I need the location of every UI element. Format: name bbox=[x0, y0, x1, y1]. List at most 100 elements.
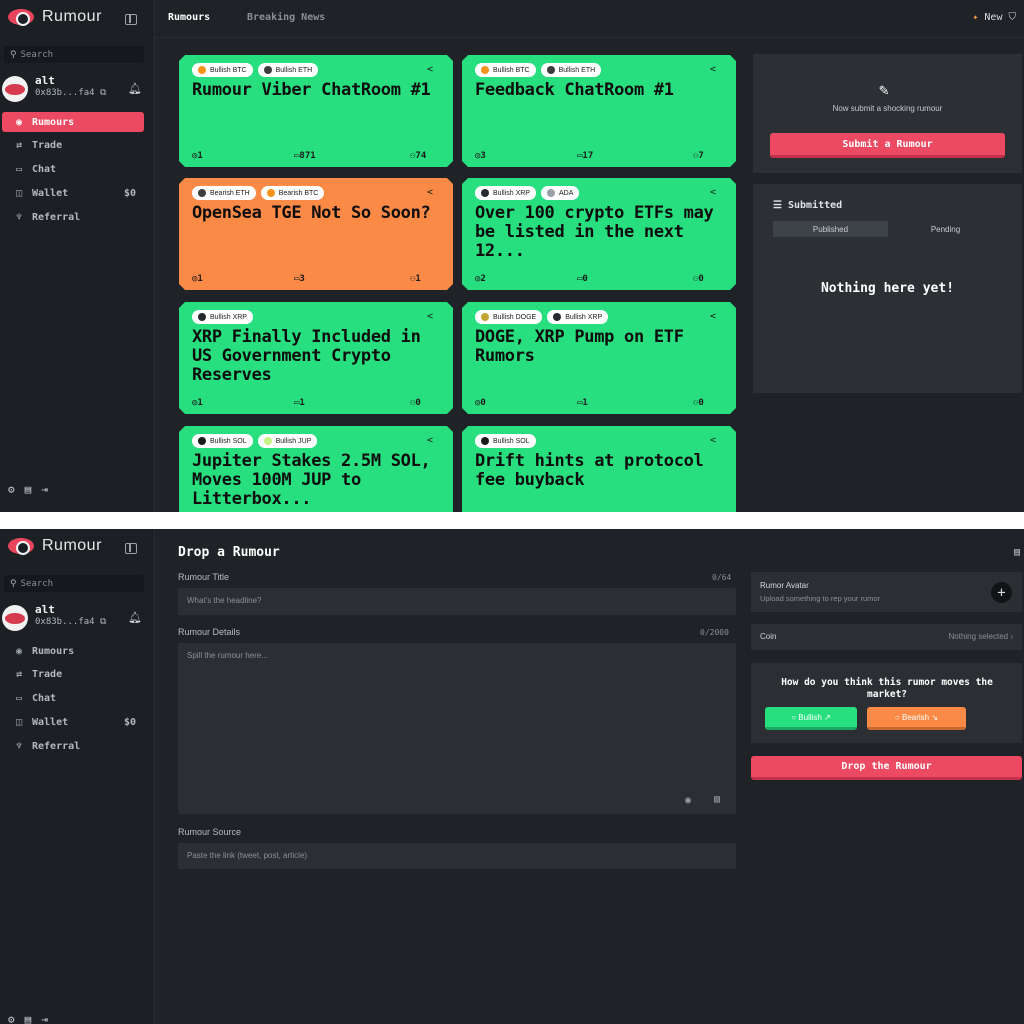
wallet-address[interactable]: 0x83b...fa4 ⧉ bbox=[35, 617, 106, 627]
coin-icon bbox=[198, 66, 206, 74]
rumour-title-input[interactable]: What's the headline? bbox=[178, 588, 736, 615]
rumour-card[interactable]: Bearish ETH Bearish BTC < OpenSea TGE Not S… bbox=[179, 178, 453, 290]
radio-icon: ○ bbox=[894, 712, 900, 722]
sidebar-item-rumours[interactable]: ◉ Rumours bbox=[2, 112, 144, 132]
sentiment-tag: Bullish XRP bbox=[192, 310, 253, 324]
wallet-address[interactable]: 0x83b...fa4 ⧉ bbox=[35, 88, 106, 98]
sidebar-item-trade[interactable]: ⇄ Trade bbox=[2, 136, 144, 156]
sort-new-button[interactable]: ✦ New ⛉ bbox=[972, 12, 1016, 23]
stat-comments: ▭1 bbox=[294, 398, 305, 408]
page-title: Drop a Rumour bbox=[178, 545, 280, 560]
user-profile[interactable]: alt 0x83b...fa4 ⧉ 🔔︎ bbox=[2, 603, 152, 633]
sentiment-tag: Bullish DOGE bbox=[475, 310, 542, 324]
sidebar-item-wallet[interactable]: ◫ Wallet $0 bbox=[2, 712, 144, 732]
rumor-avatar-upload[interactable]: Rumor Avatar Upload something to rep you… bbox=[751, 572, 1022, 612]
avatar bbox=[2, 605, 28, 631]
drop-rumour-button[interactable]: Drop the Rumour bbox=[751, 756, 1022, 780]
rumour-card[interactable]: Bullish SOL < Drift hints at protocol fee … bbox=[462, 426, 736, 512]
collapse-sidebar-icon[interactable] bbox=[125, 14, 137, 25]
coin-icon bbox=[264, 437, 272, 445]
rumour-card[interactable]: Bullish XRP < XRP Finally Included in US G… bbox=[179, 302, 453, 414]
share-icon[interactable]: < bbox=[427, 435, 433, 446]
rumour-card[interactable]: Bullish BTC Bullish ETH < Rumour Viber Chat… bbox=[179, 55, 453, 167]
sentiment-tag-label: Bullish JUP bbox=[275, 437, 312, 445]
sidebar-item-chat[interactable]: ▭ Chat bbox=[2, 689, 144, 709]
settings-icon[interactable]: ⚙ bbox=[8, 1013, 15, 1024]
card-tags: Bearish ETH Bearish BTC bbox=[192, 186, 324, 200]
share-icon[interactable]: < bbox=[710, 64, 716, 75]
share-icon[interactable]: < bbox=[710, 435, 716, 446]
sidebar-item-wallet[interactable]: ◫ Wallet $0 bbox=[2, 183, 144, 203]
sentiment-tag: Bullish ETH bbox=[541, 63, 602, 77]
rumour-source-input[interactable]: Paste the link (tweet, post, article) bbox=[178, 843, 736, 869]
share-icon[interactable]: < bbox=[427, 311, 433, 322]
bearish-button[interactable]: ○ Bearish ↘ bbox=[867, 707, 966, 730]
sidebar-item-referral[interactable]: ♆ Referral bbox=[2, 736, 144, 756]
pencil-icon: ✎ bbox=[879, 80, 889, 99]
copy-icon[interactable]: ⧉ bbox=[100, 617, 106, 627]
sidebar-item-chat[interactable]: ▭ Chat bbox=[2, 160, 144, 180]
logout-icon[interactable]: ⇥ bbox=[41, 1013, 48, 1024]
docs-icon[interactable]: ▤ bbox=[25, 483, 32, 496]
share-icon[interactable]: < bbox=[710, 187, 716, 198]
tab-published[interactable]: Published bbox=[773, 221, 888, 237]
market-sentiment-panel: How do you think this rumor moves the ma… bbox=[751, 663, 1022, 743]
search-input[interactable]: ⚲ Search bbox=[4, 46, 144, 63]
collapse-sidebar-icon[interactable] bbox=[125, 543, 137, 554]
sidebar-item-rumours[interactable]: ◉ Rumours bbox=[2, 641, 144, 661]
share-icon[interactable]: < bbox=[710, 311, 716, 322]
stat-members: ⚇74 bbox=[410, 151, 426, 161]
bullish-button[interactable]: ○ Bullish ↗ bbox=[765, 707, 857, 730]
app-logo[interactable]: Rumour bbox=[8, 537, 102, 555]
swap-icon: ⇄ bbox=[15, 669, 23, 681]
rumour-details-textarea[interactable]: Spill the rumour here... bbox=[178, 643, 736, 814]
logout-icon[interactable]: ⇥ bbox=[41, 483, 48, 496]
coin-icon bbox=[547, 189, 555, 197]
tab-breaking-news[interactable]: Breaking News bbox=[247, 12, 325, 23]
coin-select[interactable]: Coin Nothing selected › bbox=[751, 624, 1022, 650]
rumour-card[interactable]: Bullish BTC Bullish ETH < Feedback ChatRoom… bbox=[462, 55, 736, 167]
chevron-right-icon: › bbox=[1010, 632, 1013, 641]
stat-views: ◎0 bbox=[475, 398, 486, 408]
sentiment-question: How do you think this rumor moves the ma… bbox=[781, 677, 993, 700]
tab-rumours[interactable]: Rumours bbox=[168, 12, 210, 23]
trend-up-icon: ↗ bbox=[824, 712, 831, 722]
sentiment-tag: Bullish XRP bbox=[475, 186, 536, 200]
search-input[interactable]: ⚲ Search bbox=[4, 575, 144, 592]
rumour-card[interactable]: Bullish XRP ADA < Over 100 crypto ETFs may … bbox=[462, 178, 736, 290]
docs-icon[interactable]: ▤ bbox=[25, 1013, 32, 1024]
settings-icon[interactable]: ⚙ bbox=[8, 483, 15, 496]
rumour-card[interactable]: Bullish SOL Bullish JUP < Jupiter Stakes 2.… bbox=[179, 426, 453, 512]
sidebar: Rumour ⚲ Search alt 0x83b...fa4 ⧉ 🔔︎ ◉ Ru… bbox=[0, 0, 155, 512]
user-profile[interactable]: alt 0x83b...fa4 ⧉ 🔔︎ bbox=[2, 74, 152, 104]
app-logo[interactable]: Rumour bbox=[8, 8, 102, 26]
notification-bell-icon[interactable]: 🔔︎ bbox=[128, 611, 142, 624]
card-tags: Bullish DOGE Bullish XRP bbox=[475, 310, 608, 324]
search-icon: ⚲ bbox=[10, 578, 17, 589]
card-tags: Bullish BTC Bullish ETH bbox=[192, 63, 318, 77]
sparkle-icon: ✦ bbox=[972, 12, 979, 23]
copy-icon[interactable]: ⧉ bbox=[100, 88, 106, 98]
plus-icon[interactable]: + bbox=[991, 582, 1012, 603]
share-icon[interactable]: < bbox=[427, 187, 433, 198]
preview-eye-icon[interactable]: ◉ bbox=[685, 795, 691, 806]
stat-value: 1 bbox=[582, 398, 588, 408]
coin-value: Nothing selected › bbox=[949, 632, 1014, 641]
submit-rumour-button[interactable]: Submit a Rumour bbox=[770, 133, 1005, 158]
stat-value: 7 bbox=[698, 151, 704, 161]
image-upload-icon[interactable]: ▨ bbox=[714, 794, 720, 805]
filter-icon: ⛉ bbox=[1008, 12, 1017, 23]
wallet-balance: $0 bbox=[123, 716, 136, 728]
guidelines-icon[interactable]: ▤ bbox=[1014, 547, 1020, 558]
stat-value: 1 bbox=[415, 274, 421, 284]
tab-pending[interactable]: Pending bbox=[888, 221, 1003, 237]
share-icon[interactable]: < bbox=[427, 64, 433, 75]
notification-bell-icon[interactable]: 🔔︎ bbox=[128, 82, 142, 95]
sidebar-item-label: Trade bbox=[32, 669, 63, 681]
submitted-heading: ☰ Submitted bbox=[773, 200, 842, 211]
rumor-avatar-hint: Upload something to rep your rumor bbox=[760, 594, 881, 603]
sidebar-item-referral[interactable]: ♆ Referral bbox=[2, 207, 144, 227]
sidebar-item-trade[interactable]: ⇄ Trade bbox=[2, 665, 144, 685]
sentiment-tag: Bullish BTC bbox=[192, 63, 253, 77]
rumour-card[interactable]: Bullish DOGE Bullish XRP < DOGE, XRP Pump o… bbox=[462, 302, 736, 414]
